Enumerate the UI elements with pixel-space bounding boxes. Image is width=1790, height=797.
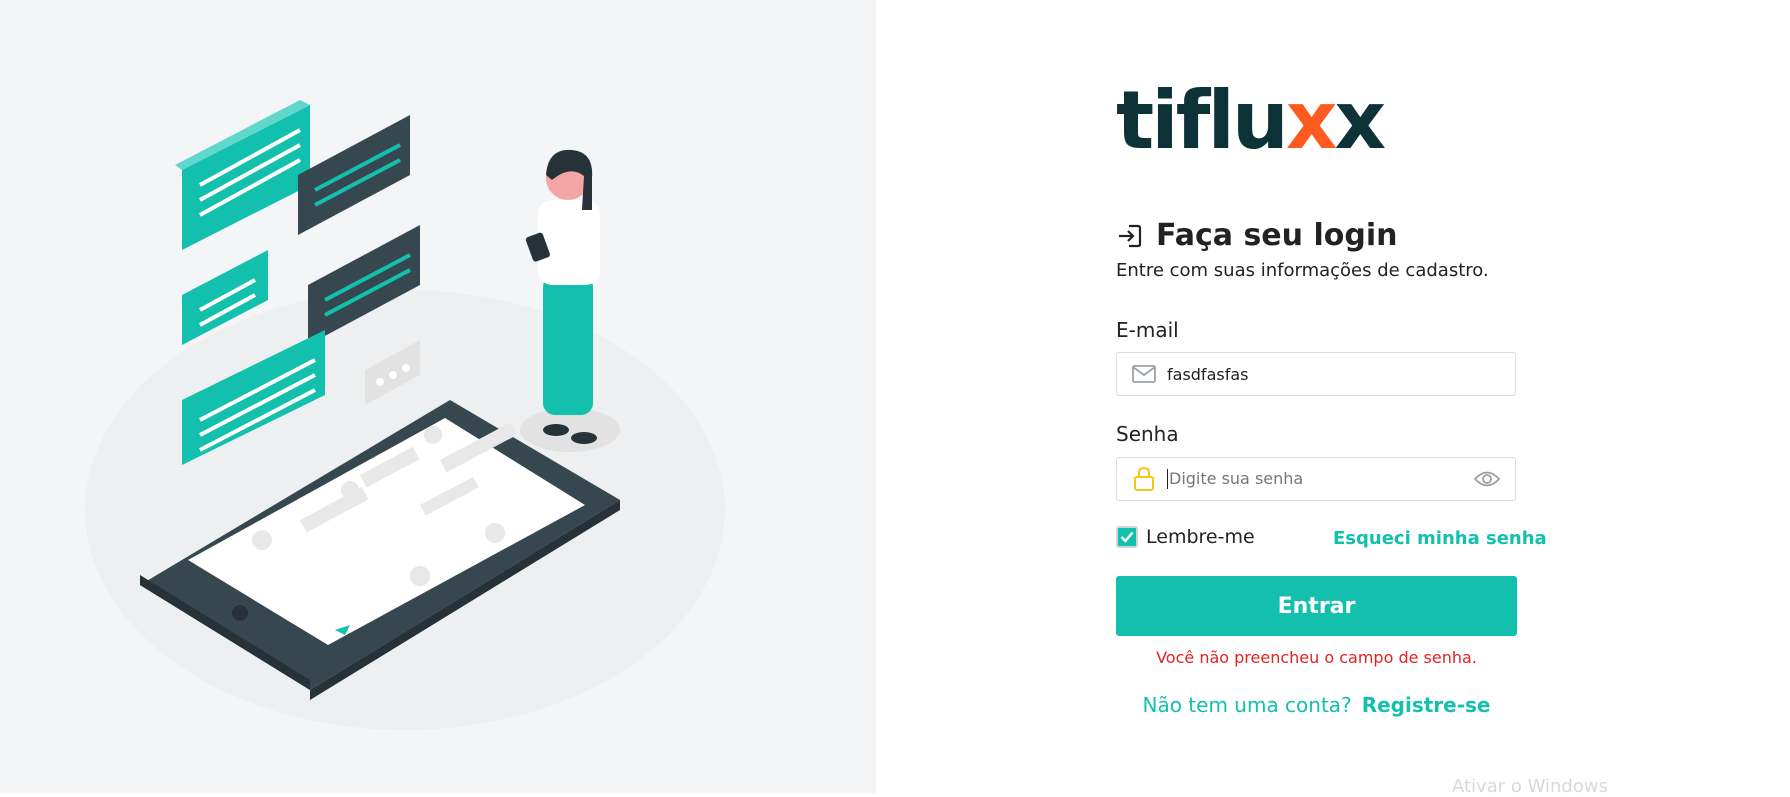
password-label: Senha [1116,422,1179,446]
chat-illustration [85,100,725,730]
remember-me[interactable]: Lembre-me [1116,526,1255,548]
email-field[interactable]: fasdfasfas [1116,352,1516,396]
login-button[interactable]: Entrar [1116,576,1517,636]
eye-icon[interactable] [1473,465,1501,493]
tiflux-logo: tifluxx [1116,81,1386,161]
envelope-icon [1131,361,1157,387]
logo-text-end: x [1334,74,1386,167]
password-placeholder: Digite sua senha [1167,468,1304,490]
signup-prompt: Não tem uma conta? Registre-se [1116,693,1517,717]
logo-text: tiflu [1116,74,1289,167]
illustration-panel [0,0,876,793]
windows-activation-watermark: Ativar o Windows [1452,776,1608,797]
remember-checkbox[interactable] [1116,526,1138,548]
password-field[interactable]: Digite sua senha [1116,457,1516,501]
error-message: Você não preencheu o campo de senha. [1156,648,1477,667]
login-arrow-icon [1116,222,1144,250]
page-subtitle: Entre com suas informações de cadastro. [1116,260,1489,281]
logo-accent: x [1285,74,1338,167]
forgot-password-link[interactable]: Esqueci minha senha [1333,528,1547,549]
lock-icon [1131,466,1157,492]
email-value: fasdfasfas [1167,364,1249,384]
email-label: E-mail [1116,318,1179,342]
checkmark-icon [1120,531,1134,543]
register-link[interactable]: Registre-se [1362,693,1491,717]
signup-question: Não tem uma conta? [1142,693,1352,717]
login-header: Faça seu login [1116,218,1397,253]
remember-label: Lembre-me [1146,526,1255,548]
page-title: Faça seu login [1156,218,1398,253]
